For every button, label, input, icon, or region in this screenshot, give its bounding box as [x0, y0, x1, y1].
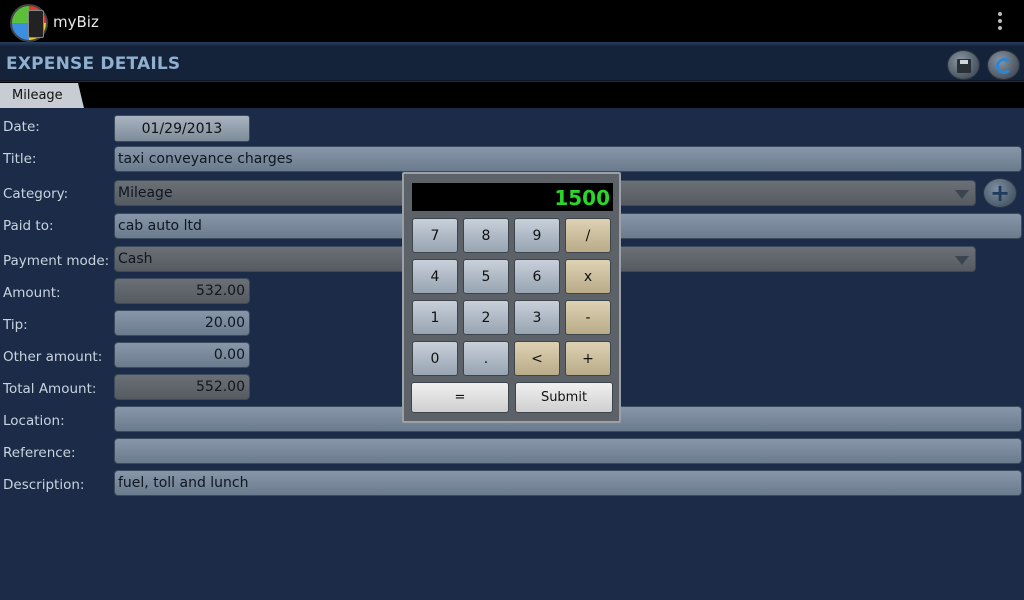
key-add-button[interactable]: +: [565, 341, 611, 376]
key-3-button[interactable]: 3: [514, 300, 560, 335]
key-multiply-button[interactable]: x: [565, 259, 611, 294]
save-button[interactable]: [947, 50, 980, 80]
refresh-icon: [996, 58, 1012, 74]
calculator-dialog: 1500 7 8 9/ 4 5 6 x 1 2 3- 0. < + = Submit: [402, 172, 621, 423]
reference-field[interactable]: [114, 438, 1022, 464]
title-label: Title:: [3, 151, 37, 167]
action-bar: myBiz: [0, 0, 1024, 44]
key-divide-button[interactable]: /: [565, 218, 611, 253]
equals-button[interactable]: =: [411, 382, 509, 413]
add-category-button[interactable]: +: [983, 178, 1017, 208]
description-label: Description:: [3, 477, 85, 493]
total-amount-field: 552.00: [114, 374, 250, 400]
save-icon: [957, 59, 971, 73]
amount-field[interactable]: 532.00: [114, 278, 250, 304]
key-1-button[interactable]: 1: [412, 300, 458, 335]
key-5-button[interactable]: 5: [463, 259, 509, 294]
payment-mode-value: Cash: [118, 251, 153, 267]
app-logo-icon[interactable]: [10, 4, 48, 42]
calculator-display: 1500: [412, 183, 613, 211]
page-title: EXPENSE DETAILS: [6, 54, 181, 74]
key-decimal-button[interactable]: .: [463, 341, 509, 376]
reference-label: Reference:: [3, 445, 76, 461]
paid-to-label: Paid to:: [3, 218, 54, 234]
key-subtract-button[interactable]: -: [565, 300, 611, 335]
key-2-button[interactable]: 2: [463, 300, 509, 335]
key-7-button[interactable]: 7: [412, 218, 458, 253]
dropdown-arrow-icon: [955, 190, 969, 199]
key-backspace-button[interactable]: <: [514, 341, 560, 376]
tab-mileage[interactable]: Mileage: [0, 83, 84, 108]
submit-button[interactable]: Submit: [515, 382, 613, 413]
page-header: EXPENSE DETAILS: [0, 46, 1024, 81]
payment-mode-label: Payment mode:: [3, 253, 110, 269]
tab-strip: Mileage: [0, 82, 1024, 108]
total-amount-label: Total Amount:: [3, 381, 97, 397]
overflow-menu-icon[interactable]: [998, 12, 1004, 32]
date-label: Date:: [3, 119, 40, 135]
date-picker-button[interactable]: 01/29/2013: [114, 115, 250, 142]
amount-label: Amount:: [3, 285, 61, 301]
location-label: Location:: [3, 413, 65, 429]
tip-label: Tip:: [3, 317, 28, 333]
refresh-button[interactable]: [987, 50, 1020, 80]
category-label: Category:: [3, 186, 69, 202]
tip-field[interactable]: 20.00: [114, 310, 250, 336]
key-8-button[interactable]: 8: [463, 218, 509, 253]
other-amount-field[interactable]: 0.00: [114, 342, 250, 368]
app-title: myBiz: [53, 13, 99, 31]
dropdown-arrow-icon: [955, 256, 969, 265]
key-6-button[interactable]: 6: [514, 259, 560, 294]
title-field[interactable]: taxi conveyance charges: [114, 146, 1022, 172]
description-field[interactable]: fuel, toll and lunch: [114, 470, 1022, 496]
key-4-button[interactable]: 4: [412, 259, 458, 294]
other-amount-label: Other amount:: [3, 349, 103, 365]
key-0-button[interactable]: 0: [412, 341, 458, 376]
key-9-button[interactable]: 9: [514, 218, 560, 253]
category-value: Mileage: [118, 185, 173, 201]
